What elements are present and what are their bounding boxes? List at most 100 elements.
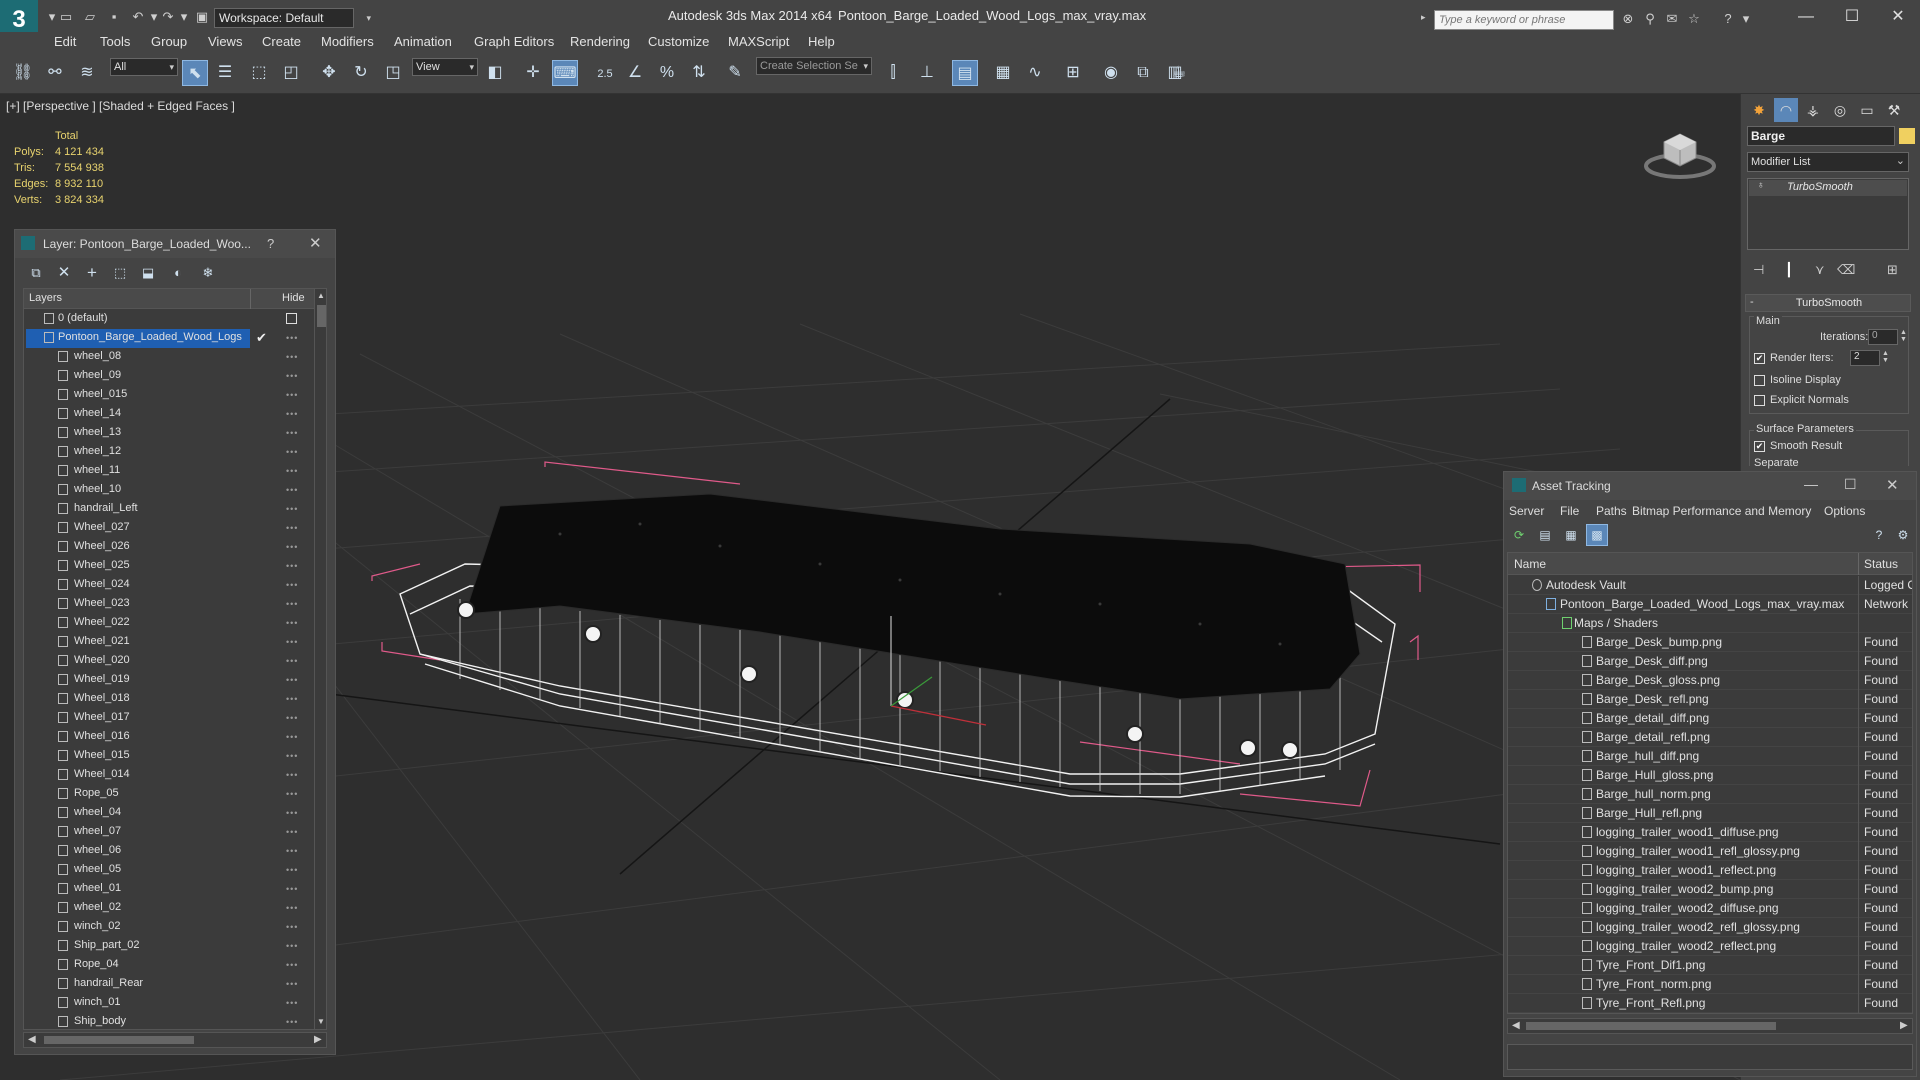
settings-icon[interactable]: ⚙ [1892,524,1914,546]
asset-map-row[interactable]: Barge_Desk_bump.png Found [1508,633,1912,652]
asset-map-row[interactable]: Barge_detail_diff.png Found [1508,709,1912,728]
hide-toggle[interactable]: ••• [286,941,298,951]
mirror-icon[interactable]: ⫿ [880,60,906,86]
hide-toggle[interactable]: ••• [286,428,298,438]
save-icon[interactable]: ▪ [104,8,124,26]
workspace-select[interactable]: Workspace: Default ▾ [214,8,371,28]
asset-map-row[interactable]: logging_trailer_wood2_reflect.png Found [1508,937,1912,956]
utilities-tab-icon[interactable]: ⚒ [1882,98,1906,122]
hide-toggle[interactable]: ••• [286,960,298,970]
menu-maxscript[interactable]: MAXScript [728,34,789,49]
layer-object-row[interactable]: Wheel_021 ••• [24,633,314,652]
layer-horizontal-scrollbar[interactable]: ◀ ▶ [23,1032,327,1048]
highlight-layer-icon[interactable]: ⬓ [135,260,161,286]
asset-map-row[interactable]: Barge_Desk_gloss.png Found [1508,671,1912,690]
layer-object-row[interactable]: Wheel_025 ••• [24,557,314,576]
asset-row-scene-file[interactable]: Pontoon_Barge_Loaded_Wood_Logs_max_vray.… [1508,595,1912,614]
hide-toggle[interactable]: ••• [286,884,298,894]
new-file-icon[interactable]: ▭ [56,8,76,26]
layer-object-row[interactable]: Rope_04 ••• [24,956,314,975]
hide-toggle[interactable]: ••• [286,618,298,628]
explicit-normals-checkbox[interactable] [1754,395,1765,406]
hide-toggle[interactable]: ••• [286,656,298,666]
select-manipulate-icon[interactable]: ✛ [520,60,546,86]
layer-object-row[interactable]: wheel_02 ••• [24,899,314,918]
layer-object-row[interactable]: winch_01 ••• [24,994,314,1013]
hide-toggle[interactable]: ••• [286,846,298,856]
thumbnail-view-icon[interactable]: ▦ [1560,524,1582,546]
scroll-right-icon[interactable]: ▶ [1900,1020,1908,1031]
layer-object-row[interactable]: Wheel_023 ••• [24,595,314,614]
help-icon[interactable]: ? [1718,10,1738,28]
layer-object-row[interactable]: wheel_04 ••• [24,804,314,823]
keyboard-shortcut-override-icon[interactable]: ⌨ [552,60,578,86]
column-name[interactable]: Name [1514,557,1546,571]
asset-row-vault[interactable]: Autodesk Vault Logged O [1508,576,1912,595]
column-hide[interactable]: Hide [282,292,305,304]
asset-map-row[interactable]: logging_trailer_wood2_bump.png Found [1508,880,1912,899]
table-view-icon[interactable]: ▩ [1586,524,1608,546]
select-and-scale-icon[interactable]: ◳ [380,60,406,86]
hide-toggle[interactable]: ••• [286,789,298,799]
hide-toggle[interactable]: ••• [286,865,298,875]
graphite-modeling-tools-icon[interactable]: ▦ [990,60,1016,86]
column-layers[interactable]: Layers [29,292,62,304]
layer-object-row[interactable]: Wheel_019 ••• [24,671,314,690]
hide-toggle[interactable]: ••• [286,979,298,989]
asset-map-row[interactable]: logging_trailer_wood1_refl_glossy.png Fou… [1508,842,1912,861]
hide-toggle[interactable]: ••• [286,447,298,457]
asset-map-row[interactable]: logging_trailer_wood1_diffuse.png Found [1508,823,1912,842]
configure-modifier-sets-icon[interactable]: ⊞ [1887,262,1898,278]
layer-object-row[interactable]: handrail_Left ••• [24,500,314,519]
layer-object-row[interactable]: Wheel_026 ••• [24,538,314,557]
hide-toggle[interactable]: ••• [286,504,298,514]
select-layer-objects-icon[interactable]: ⬚ [107,260,133,286]
spinner-snap-icon[interactable]: ⇅ [686,60,712,86]
select-and-move-icon[interactable]: ✥ [316,60,342,86]
hide-toggle[interactable]: ••• [286,409,298,419]
render-teapot-icon[interactable]: ☕ [1166,60,1192,86]
layer-object-row[interactable]: wheel_06 ••• [24,842,314,861]
close-icon[interactable]: ✕ [1886,476,1899,494]
hide-toggle[interactable]: ••• [286,751,298,761]
layer-object-row[interactable]: wheel_11 ••• [24,462,314,481]
communication-icon[interactable]: ✉ [1662,10,1682,28]
menu-tools[interactable]: Tools [100,34,130,49]
layer-object-row[interactable]: wheel_01 ••• [24,880,314,899]
layer-object-row[interactable]: Wheel_022 ••• [24,614,314,633]
layer-object-row[interactable]: Wheel_027 ••• [24,519,314,538]
modify-tab-icon[interactable]: ◠ [1774,98,1798,122]
curve-editor-icon[interactable]: ∿ [1022,60,1048,86]
render-iters-checkbox[interactable]: ✔ [1754,353,1765,364]
spinner-arrows-icon[interactable]: ▲ ▼ [1882,350,1889,364]
freeze-all-layers-icon[interactable]: ❄ [195,260,221,286]
motion-tab-icon[interactable]: ◎ [1828,98,1852,122]
viewport-label[interactable]: [+] [Perspective ] [Shaded + Edged Faces… [6,99,235,113]
hide-toggle[interactable]: ••• [286,371,298,381]
reference-coordinate-select[interactable]: View ▾ [412,58,478,76]
hide-toggle[interactable]: ••• [286,352,298,362]
scroll-left-icon[interactable]: ◀ [1512,1020,1520,1031]
hide-checkbox[interactable] [286,313,297,324]
close-icon[interactable]: ✕ [1878,4,1918,30]
layer-object-row[interactable]: Wheel_015 ••• [24,747,314,766]
smooth-result-checkbox[interactable]: ✔ [1754,441,1765,452]
menu-customize[interactable]: Customize [648,34,709,49]
layer-panel-titlebar[interactable]: Layer: Pontoon_Barge_Loaded_Woo... ? ✕ [15,230,335,258]
layer-object-row[interactable]: Rope_05 ••• [24,785,314,804]
favorites-star-icon[interactable]: ☆ [1684,10,1704,28]
minimize-icon[interactable]: — [1786,4,1826,30]
delete-layer-icon[interactable]: ✕ [51,260,77,286]
layer-object-row[interactable]: wheel_09 ••• [24,367,314,386]
asset-list[interactable]: Name Status Autodesk Vault Logged O Pont… [1507,552,1913,1014]
hide-toggle[interactable]: ••• [286,1017,298,1027]
asset-menu-file[interactable]: File [1560,504,1579,518]
modifier-stack[interactable]: ♁ TurboSmooth [1747,178,1909,250]
scroll-thumb[interactable] [44,1036,194,1044]
layer-object-row[interactable]: winch_02 ••• [24,918,314,937]
hide-toggle[interactable]: ••• [286,922,298,932]
asset-map-row[interactable]: Barge_Hull_refl.png Found [1508,804,1912,823]
layer-manager-icon[interactable]: ▤ [952,60,978,86]
asset-map-row[interactable]: logging_trailer_wood1_reflect.png Found [1508,861,1912,880]
column-status[interactable]: Status [1864,557,1898,571]
